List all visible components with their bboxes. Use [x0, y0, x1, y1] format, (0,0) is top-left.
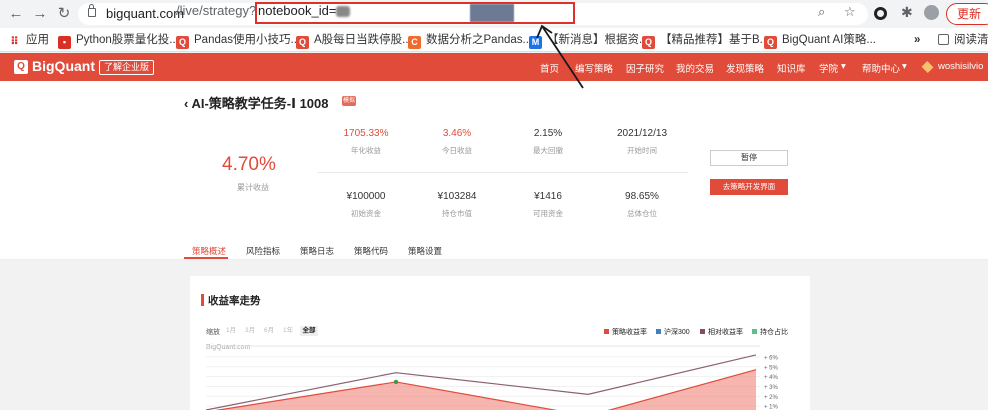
chart-watermark: BigQuant.com [206, 344, 251, 351]
tab-strategy-log[interactable]: 策略日志 [300, 245, 334, 257]
tab-risk-metrics[interactable]: 风险指标 [246, 245, 280, 257]
legend-relative-return[interactable]: 相对收益率 [700, 327, 743, 337]
nav-academy[interactable]: 学院 [819, 61, 838, 75]
available-cash-label: 可用资金 [533, 209, 563, 218]
bookmark-favicon-icon: ▪ [58, 36, 71, 49]
tabs-divider [0, 259, 988, 260]
total-position-value: 98.65% [625, 191, 659, 202]
annual-return-value: 1705.33% [343, 128, 389, 139]
status-badge: 模拟 [342, 96, 356, 106]
chart-title-accent [201, 294, 204, 306]
bookmark-apps[interactable]: ⠿ 应用 [8, 32, 49, 48]
bigquant-logo-icon[interactable]: Q [14, 60, 28, 74]
legend-strategy-return[interactable]: 策略收益率 [604, 327, 647, 337]
update-button[interactable]: 更新 [946, 3, 988, 25]
chart-title: 收益率走势 [208, 295, 261, 307]
max-drawdown-label: 最大回撤 [533, 146, 563, 155]
bookmark-favicon-icon: Q [176, 36, 189, 49]
nav-write-strategy[interactable]: 编写策略 [575, 61, 613, 75]
bookmark-favicon-icon: Q [764, 36, 777, 49]
initial-capital-label: 初始资金 [351, 209, 381, 218]
annual-return-label: 年化收益 [351, 146, 381, 155]
reload-icon[interactable]: ↻ [54, 4, 74, 24]
bookmark-item[interactable]: Q A股每日当跌停股... [296, 32, 412, 49]
legend-swatch [700, 329, 705, 334]
tab-strategy-settings[interactable]: 策略设置 [408, 245, 442, 257]
bookmarks-overflow-icon[interactable]: » [914, 32, 920, 48]
nav-discover-strategy[interactable]: 发现策略 [726, 61, 764, 75]
star-icon[interactable]: ☆ [844, 4, 856, 20]
nav-my-trades[interactable]: 我的交易 [676, 61, 714, 75]
zoom-1y-button[interactable]: 1年 [283, 326, 293, 336]
cumulative-return-label: 累计收益 [237, 183, 269, 192]
start-time-label: 开始时间 [627, 146, 657, 155]
bookmark-favicon-icon: Q [296, 36, 309, 49]
chevron-down-icon[interactable]: ▾ [841, 61, 846, 72]
legend-swatch [604, 329, 609, 334]
back-arrow-icon[interactable]: ← [6, 4, 26, 24]
page-title[interactable]: ‹ AI-策略教学任务-Ⅰ 1008 [184, 93, 329, 112]
zoom-label: 缩放 [206, 329, 220, 336]
zoom-icon[interactable]: ⌕ [818, 4, 825, 20]
apps-grid-icon: ⠿ [10, 36, 19, 48]
nav-factor-research[interactable]: 因子研究 [626, 61, 664, 75]
legend-hs300[interactable]: 沪深300 [656, 327, 690, 337]
puzzle-icon[interactable]: ✱ [901, 4, 913, 21]
total-position-label: 总体仓位 [627, 209, 657, 218]
bookmark-item[interactable]: Q BigQuant AI策略... [764, 32, 876, 49]
reading-list[interactable]: 阅读清单 [938, 32, 988, 48]
position-value-value: ¥103284 [437, 191, 477, 202]
tab-overview[interactable]: 策略概述 [192, 245, 226, 257]
today-return-value: 3.46% [442, 128, 472, 139]
nav-home[interactable]: 首页 [540, 61, 559, 75]
forward-arrow-icon[interactable]: → [30, 4, 50, 24]
url-host: bigquant.com [106, 6, 185, 21]
position-value-label: 持仓市值 [442, 209, 472, 218]
bookmark-item[interactable]: Q Pandas使用小技巧... [176, 32, 300, 49]
available-cash-value: ¥1416 [534, 191, 562, 202]
zoom-all-button[interactable]: 全部 [300, 326, 318, 336]
legend-swatch [752, 329, 757, 334]
max-drawdown-value: 2.15% [533, 128, 563, 139]
today-return-label: 今日收益 [442, 146, 472, 155]
bookmark-item[interactable]: ▪ Python股票量化投... [58, 32, 179, 49]
enterprise-button[interactable]: 了解企业版 [99, 60, 155, 75]
app-header: Q BigQuant 了解企业版 首页 编写策略 因子研究 我的交易 发现策略 … [0, 53, 988, 81]
extension-o-icon[interactable] [874, 7, 887, 20]
reading-list-icon [938, 34, 949, 45]
user-gem-icon [921, 61, 934, 73]
active-tab-indicator [184, 257, 228, 259]
nav-knowledge-base[interactable]: 知识库 [777, 61, 806, 75]
logo-text[interactable]: BigQuant [32, 58, 95, 74]
url-path: /live/strategy? [176, 3, 257, 18]
bookmark-favicon-icon: M [529, 36, 542, 49]
pause-button[interactable]: 暂停 [710, 150, 788, 166]
zoom-3m-button[interactable]: 3月 [245, 326, 255, 336]
annotation-highlight-box [255, 2, 575, 24]
nav-help-center[interactable]: 帮助中心 [862, 61, 900, 75]
bookmark-item[interactable]: C 数据分析之Pandas... [408, 32, 532, 49]
initial-capital-value: ¥100000 [346, 191, 386, 202]
chevron-down-icon[interactable]: ▾ [902, 61, 907, 72]
legend-position-ratio[interactable]: 持仓占比 [752, 327, 788, 337]
bookmark-favicon-icon: C [408, 36, 421, 49]
legend-swatch [656, 329, 661, 334]
stats-divider [318, 172, 688, 173]
bookmark-item[interactable]: Q 【精品推荐】基于B... [642, 32, 769, 49]
start-time-value: 2021/12/13 [616, 128, 668, 139]
zoom-6m-button[interactable]: 6月 [264, 326, 274, 336]
nav-username[interactable]: woshisilvio [938, 61, 983, 72]
browser-toolbar: ← → ↻ bigquant.com /live/strategy? noteb… [0, 0, 988, 28]
return-chart-panel [190, 276, 810, 410]
bookmark-favicon-icon: Q [642, 36, 655, 49]
bookmark-item[interactable]: M 【新消息】根据资... [529, 32, 649, 49]
tab-strategy-code[interactable]: 策略代码 [354, 245, 388, 257]
zoom-1m-button[interactable]: 1月 [226, 326, 236, 336]
lock-icon [88, 4, 96, 17]
profile-avatar-icon[interactable] [924, 5, 939, 20]
bookmarks-bar: ⠿ 应用 ▪ Python股票量化投... Q Pandas使用小技巧... Q A股每… [0, 28, 988, 52]
goto-dev-button[interactable]: 去策略开发界面 [710, 179, 788, 195]
cumulative-return-value: 4.70% [222, 154, 276, 175]
strategy-summary-card [0, 81, 988, 259]
